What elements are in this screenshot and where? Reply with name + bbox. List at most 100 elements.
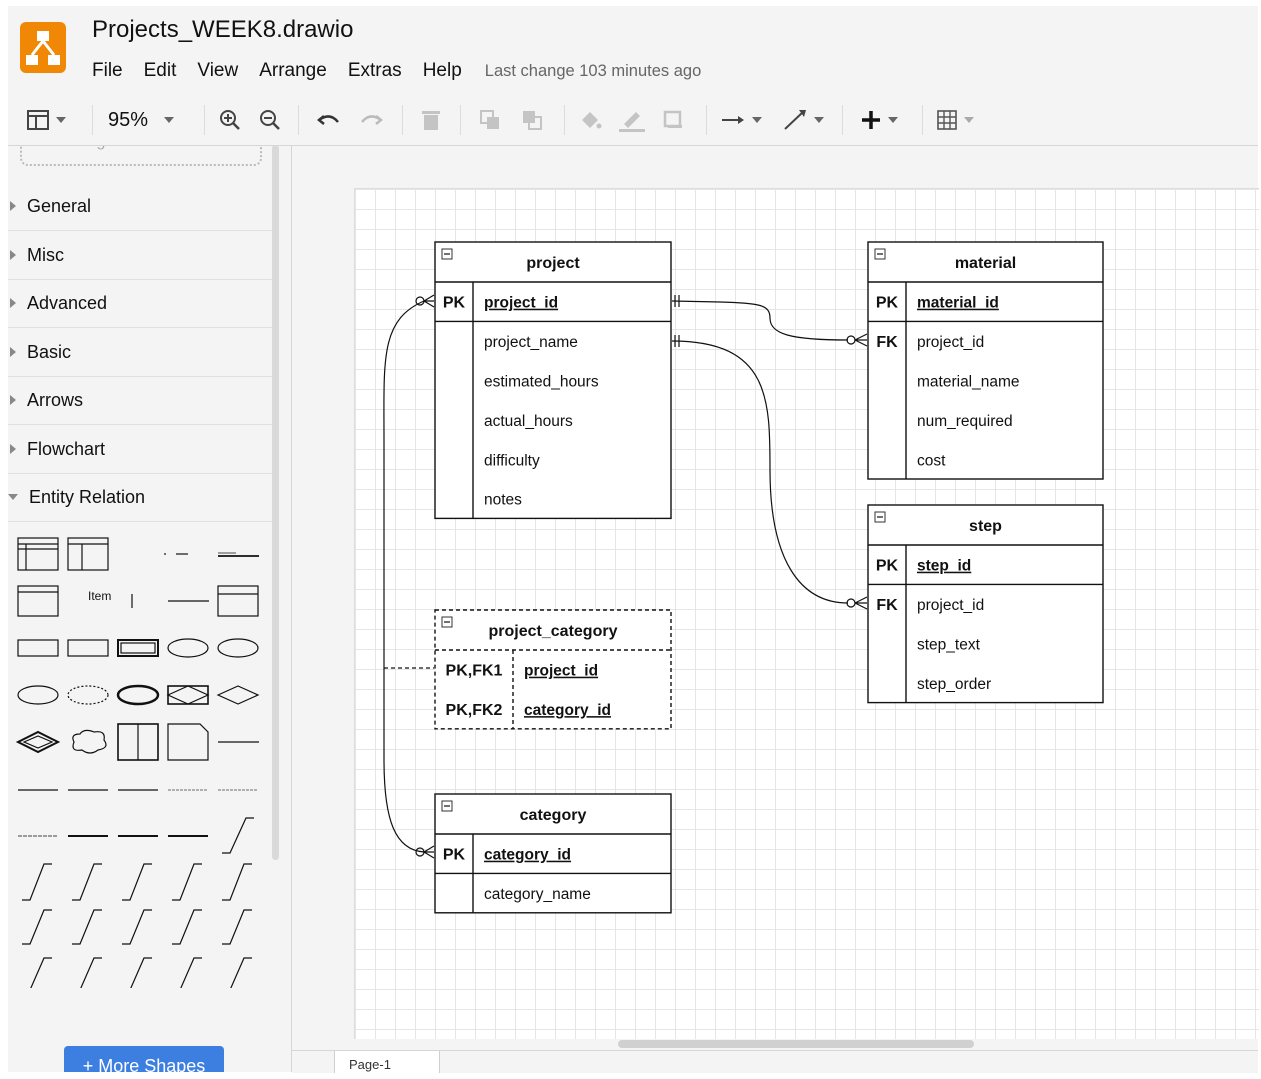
section-misc[interactable]: Misc — [8, 231, 278, 280]
section-entity-relation[interactable]: Entity Relation — [8, 473, 278, 522]
chevron-down-icon — [164, 117, 175, 123]
shape-weak-entity[interactable] — [117, 639, 159, 657]
to-front-button[interactable] — [478, 95, 502, 145]
to-back-button[interactable] — [520, 95, 544, 145]
chevron-down-icon — [56, 117, 66, 123]
shape-sub-entity[interactable] — [117, 723, 159, 761]
insert-button[interactable] — [860, 95, 898, 145]
chevron-down-icon — [752, 117, 762, 123]
shape-derived-attribute[interactable] — [67, 685, 109, 705]
chevron-down-icon — [964, 117, 974, 123]
edge-22[interactable] — [72, 957, 102, 988]
edge-20[interactable] — [222, 909, 252, 945]
toolbar: 95% — [8, 95, 1258, 146]
edge-13[interactable] — [122, 863, 152, 901]
shape-key-attribute[interactable] — [217, 638, 259, 658]
shape-attribute-2[interactable] — [17, 685, 59, 705]
shape-identifying-relationship[interactable] — [15, 730, 61, 754]
edge-10[interactable] — [222, 817, 254, 854]
section-flowchart[interactable]: Flowchart — [8, 425, 278, 474]
shape-relationship[interactable] — [216, 685, 260, 705]
zoom-out-icon — [260, 110, 280, 130]
section-basic[interactable]: Basic — [8, 328, 278, 377]
shape-entity-2[interactable] — [67, 639, 109, 657]
chevron-right-icon — [10, 395, 16, 405]
shape-entity-attrs[interactable] — [217, 585, 259, 617]
shape-list[interactable] — [17, 585, 59, 617]
undo-button[interactable] — [316, 95, 342, 145]
section-label: Advanced — [27, 292, 108, 313]
delete-button[interactable] — [420, 95, 442, 145]
menu-view[interactable]: View — [197, 60, 238, 82]
diagram-canvas[interactable] — [292, 146, 1259, 1050]
section-label: Basic — [27, 341, 72, 362]
canvas-horizontal-scrollbar[interactable] — [618, 1040, 974, 1048]
shadow-button[interactable] — [662, 95, 686, 145]
waypoints-button[interactable] — [782, 95, 824, 145]
edge-12[interactable] — [72, 863, 102, 901]
shape-entity[interactable] — [17, 639, 59, 657]
edge-11[interactable] — [22, 863, 52, 901]
pencil-icon — [619, 112, 645, 132]
chevron-down-icon — [814, 117, 824, 123]
zoom-select[interactable]: 95% — [108, 95, 175, 145]
file-title[interactable]: Projects_WEEK8.drawio — [92, 16, 353, 44]
shape-associative-entity[interactable] — [166, 685, 210, 705]
shape-cloud[interactable] — [72, 729, 107, 754]
page-tab[interactable]: Page-1 — [334, 1051, 440, 1073]
scratchpad-drop-zone[interactable]: Drag elements here — [20, 146, 262, 166]
menu-help[interactable]: Help — [423, 60, 462, 82]
menu-file[interactable]: File — [92, 60, 123, 82]
chevron-right-icon — [10, 250, 16, 260]
zoom-out-button[interactable] — [258, 95, 282, 145]
shape-table-2[interactable] — [67, 537, 109, 571]
section-label: Misc — [27, 244, 64, 265]
to-back-icon — [523, 111, 542, 130]
section-arrows[interactable]: Arrows — [8, 376, 278, 425]
shapes-sidebar: Drag elements here General Misc Advanced… — [8, 146, 292, 1072]
edge-18[interactable] — [122, 909, 152, 945]
edge-21[interactable] — [22, 957, 52, 988]
redo-button[interactable] — [358, 95, 384, 145]
section-general[interactable]: General — [8, 182, 278, 231]
shape-pk-underline[interactable] — [218, 552, 259, 557]
menu-arrange[interactable]: Arrange — [259, 60, 327, 82]
menu-edit[interactable]: Edit — [144, 60, 177, 82]
edge-24[interactable] — [172, 957, 202, 988]
edge-17[interactable] — [72, 909, 102, 945]
more-shapes-button[interactable]: + More Shapes — [64, 1046, 224, 1072]
shape-attribute[interactable] — [167, 638, 209, 658]
connection-style-button[interactable] — [720, 95, 762, 145]
edge-14[interactable] — [172, 863, 202, 901]
line-color-button[interactable] — [618, 95, 646, 145]
shadow-icon — [663, 110, 682, 128]
undo-icon — [316, 115, 339, 125]
panel-layout-icon — [27, 110, 49, 130]
menu-extras[interactable]: Extras — [348, 60, 402, 82]
entity-relation-shape-palette: Item — [15, 537, 260, 988]
edge-16[interactable] — [22, 909, 52, 945]
edge-15[interactable] — [222, 863, 252, 901]
shape-multivalue-attribute[interactable] — [116, 684, 160, 706]
sidebar-scrollbar[interactable] — [272, 145, 279, 860]
diagram-page — [354, 188, 1259, 1039]
edge-19[interactable] — [172, 909, 202, 945]
last-change-status[interactable]: Last change 103 minutes ago — [485, 62, 702, 81]
section-label: Entity Relation — [29, 486, 146, 507]
section-advanced[interactable]: Advanced — [8, 279, 278, 328]
drawio-logo[interactable] — [20, 22, 66, 73]
zoom-in-button[interactable] — [218, 95, 242, 145]
format-panel-toggle[interactable] — [26, 95, 66, 145]
shape-table[interactable] — [17, 537, 59, 571]
edge-23[interactable] — [122, 957, 152, 988]
fill-color-button[interactable] — [578, 95, 602, 145]
plus-icon — [862, 111, 880, 129]
chevron-down-icon — [888, 117, 898, 123]
table-button[interactable] — [936, 95, 974, 145]
shape-note[interactable] — [167, 723, 209, 761]
edge-25[interactable] — [222, 957, 252, 988]
page-tabs-bar: Page-1 — [292, 1050, 1258, 1073]
section-label: Flowchart — [27, 438, 106, 459]
arrow-right-icon — [722, 116, 744, 124]
shape-item-label: Item — [88, 589, 111, 603]
